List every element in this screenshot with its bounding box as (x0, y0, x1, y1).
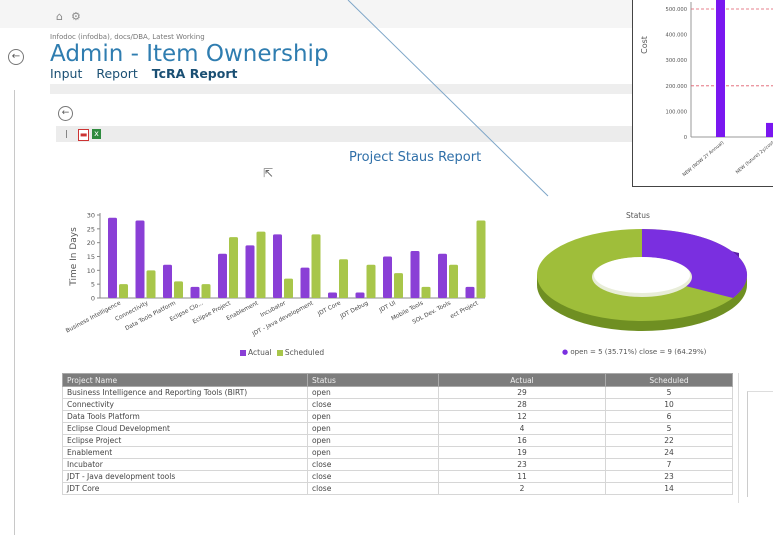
col-status[interactable]: Status (307, 373, 439, 387)
cell-scheduled: 7 (605, 458, 733, 471)
col-project-name[interactable]: Project Name (62, 373, 308, 387)
cell-scheduled: 10 (605, 398, 733, 411)
cell-scheduled: 14 (605, 482, 733, 495)
table-row[interactable]: Data Tools Platform open 12 6 (62, 410, 733, 423)
table-row[interactable]: Eclipse Project open 16 22 (62, 434, 733, 447)
cell-project-name: Eclipse Project (62, 434, 308, 447)
cell-status: open (307, 446, 439, 459)
cell-status: open (307, 410, 439, 423)
col-scheduled[interactable]: Scheduled (605, 373, 733, 387)
col-actual[interactable]: Actual (438, 373, 606, 387)
cell-scheduled: 24 (605, 446, 733, 459)
table-row[interactable]: Enablement open 19 24 (62, 446, 733, 459)
cell-scheduled: 6 (605, 410, 733, 423)
cell-actual: 29 (438, 386, 606, 399)
cell-project-name: Eclipse Cloud Development (62, 422, 308, 435)
table-row[interactable]: Connectivity close 28 10 (62, 398, 733, 411)
cell-actual: 12 (438, 410, 606, 423)
table-header: Project Name Status Actual Scheduled (62, 373, 733, 387)
cell-actual: 4 (438, 422, 606, 435)
table-row[interactable]: Incubator close 23 7 (62, 458, 733, 471)
cell-project-name: Business Intelligence and Reporting Tool… (62, 386, 308, 399)
cell-actual: 16 (438, 434, 606, 447)
cell-scheduled: 5 (605, 386, 733, 399)
cell-status: open (307, 434, 439, 447)
cell-actual: 2 (438, 482, 606, 495)
table-row[interactable]: JDT - Java development tools close 11 23 (62, 470, 733, 483)
table-row[interactable]: JDT Core close 2 14 (62, 482, 733, 495)
cell-project-name: Incubator (62, 458, 308, 471)
cell-status: close (307, 398, 439, 411)
cell-project-name: JDT - Java development tools (62, 470, 308, 483)
cell-project-name: Enablement (62, 446, 308, 459)
cell-scheduled: 23 (605, 470, 733, 483)
cell-actual: 11 (438, 470, 606, 483)
cell-status: close (307, 458, 439, 471)
cell-scheduled: 5 (605, 422, 733, 435)
cell-status: open (307, 386, 439, 399)
project-table: Project Name Status Actual Scheduled Bus… (62, 373, 733, 495)
cell-status: close (307, 470, 439, 483)
cell-actual: 19 (438, 446, 606, 459)
cell-status: open (307, 422, 439, 435)
cell-actual: 23 (438, 458, 606, 471)
side-panel (738, 373, 773, 503)
cell-project-name: JDT Core (62, 482, 308, 495)
cell-project-name: Data Tools Platform (62, 410, 308, 423)
table-row[interactable]: Eclipse Cloud Development open 4 5 (62, 422, 733, 435)
cell-project-name: Connectivity (62, 398, 308, 411)
side-panel-inner (747, 391, 773, 497)
table-row[interactable]: Business Intelligence and Reporting Tool… (62, 386, 733, 399)
cell-actual: 28 (438, 398, 606, 411)
cell-scheduled: 22 (605, 434, 733, 447)
cell-status: close (307, 482, 439, 495)
